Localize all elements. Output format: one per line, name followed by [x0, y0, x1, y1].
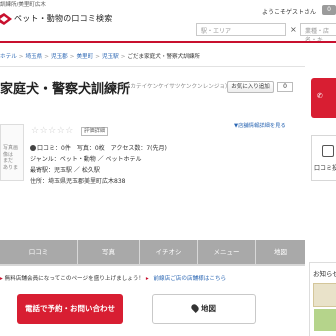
shop-genre: ジャンル：ペット・動物 ／ ペットホテル [30, 156, 142, 163]
tab-divider [0, 264, 305, 266]
favorite-count: 0 [277, 82, 293, 92]
post-review-button[interactable]: 口コミ投 [311, 135, 336, 181]
shop-tabs: 口コミ 写真 イチオシ メニュー 地図 [0, 240, 305, 264]
breadcrumb-current: ごだま家庭犬・警察犬訓練所 [127, 54, 201, 60]
breadcrumb-item[interactable]: 児玉郡 [51, 54, 68, 60]
arrow-icon: ▸ [145, 276, 149, 282]
owner-notice-text: 無料店舗会員になってこのページを盛り上げましょう！ [4, 276, 145, 282]
breadcrumb-item[interactable]: 埼玉県 [25, 54, 42, 60]
breadcrumb-item[interactable]: ホテル [0, 54, 17, 60]
map-button[interactable]: 地図 [152, 294, 256, 324]
news-title: お知らせ [313, 270, 336, 278]
shop-photo-placeholder: 写真画 像は まだ ありま [0, 124, 24, 181]
shop-stats: 口コミ：0件 写真：0枚 アクセス数：7(先月) [37, 145, 167, 152]
breadcrumb-divider [0, 66, 305, 67]
add-favorite-button[interactable]: お気に入り追加 [227, 81, 274, 93]
header-breadcrumb-top: 訓練所/美里町広木 [0, 2, 46, 8]
shop-info-detail-link[interactable]: ▼店舗情報詳細を見る [234, 121, 286, 129]
rating-stars: ☆☆☆☆☆ [31, 126, 74, 136]
tab-photos[interactable]: 写真 [78, 240, 140, 264]
keyword-search-input[interactable]: 業種・店名・キ [300, 23, 336, 44]
rating-detail-button[interactable]: 評価詳細 [81, 127, 109, 136]
shop-station: 最寄駅：児玉駅 ／ 松久駅 [30, 167, 100, 174]
header-divider [0, 41, 336, 43]
photo-placeholder-text: 写真画 像は まだ ありま [3, 145, 19, 171]
breadcrumb: ホテル > 埼玉県 > 児玉郡 > 美里町 > 児玉駅 > ごだま家庭犬・警察犬訓練所 [0, 54, 201, 60]
site-title[interactable]: ペット・動物の口コミ検索 [14, 13, 112, 24]
news-thumbnail[interactable] [313, 283, 336, 307]
tab-menu[interactable]: メニュー [198, 240, 256, 264]
arrow-icon: ▸ [0, 276, 3, 282]
logo-icon[interactable] [0, 12, 12, 26]
owner-notice-link[interactable]: 前線店ご店の店舗様はこちら [153, 276, 226, 282]
breadcrumb-item[interactable]: 児玉駅 [102, 54, 119, 60]
notification-count-badge[interactable]: 0 [322, 5, 336, 15]
area-search-input[interactable]: 駅・エリア [196, 23, 286, 36]
phone-icon: ✆ [317, 92, 323, 100]
welcome-text: ようこそゲストさん [262, 9, 317, 16]
map-pin-icon [190, 303, 200, 313]
side-action-button[interactable]: ✆ [311, 78, 336, 118]
shop-stats-line: 口コミ：0件 写真：0枚 アクセス数：7(先月) [30, 143, 167, 152]
breadcrumb-item[interactable]: 美里町 [76, 54, 93, 60]
news-widget: お知らせ [309, 262, 336, 336]
search-separator: × [290, 25, 297, 34]
call-reserve-button[interactable]: 電話で予約・お問い合わせ [17, 294, 123, 324]
comment-icon [30, 144, 36, 151]
post-review-label: 口コミ投 [314, 165, 336, 172]
tab-reviews[interactable]: 口コミ [0, 240, 78, 264]
tab-recommend[interactable]: イチオシ [140, 240, 198, 264]
page-title-kana: （ゴダマカテイケンケイサツケンクンレンジョ） [108, 84, 231, 90]
shop-address: 住所：埼玉県児玉郡美里町広木838 [30, 178, 126, 185]
owner-notice: ▸ 無料店舗会員になってこのページを盛り上げましょう！ ▸ 前線店ご店の店舗様は… [0, 274, 226, 282]
map-button-label: 地図 [201, 304, 216, 313]
tab-map[interactable]: 地図 [256, 240, 305, 264]
edit-icon [322, 145, 334, 157]
news-thumbnail[interactable] [314, 309, 336, 331]
